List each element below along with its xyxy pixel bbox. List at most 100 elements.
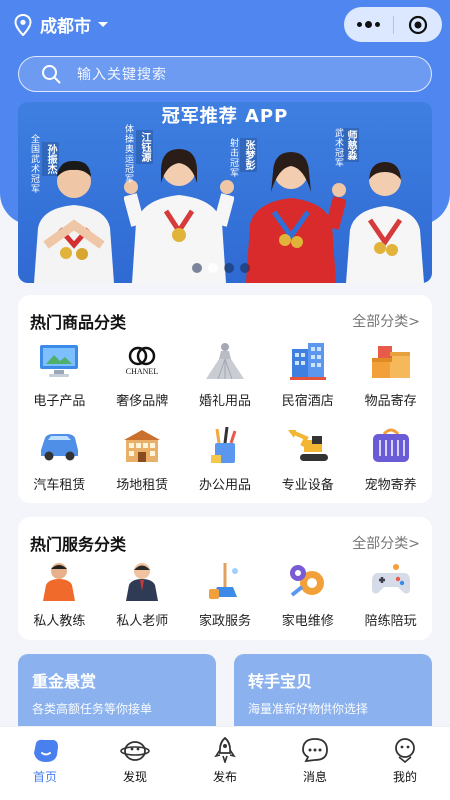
- service-label: 私人教练: [33, 614, 86, 629]
- home-icon: [34, 739, 58, 762]
- pet-carrier-icon: [369, 425, 413, 465]
- promo-title: 转手宝贝: [248, 672, 313, 691]
- category-label: 民宿酒店: [281, 394, 334, 409]
- close-target-icon[interactable]: [393, 15, 442, 35]
- promo-title: 重金悬赏: [32, 672, 97, 691]
- tab-label: 发布: [212, 770, 237, 784]
- promo-subtitle: 各类高额任务等你接单: [32, 702, 153, 716]
- car-icon: [37, 425, 81, 465]
- athlete-caption: 全国武术冠军: [29, 134, 39, 194]
- tab-label: 消息: [302, 770, 327, 784]
- category-venue-rental[interactable]: 场地租赁: [101, 425, 184, 493]
- category-office[interactable]: 办公用品: [184, 425, 267, 493]
- office-supplies-icon: [203, 425, 247, 465]
- hotel-building-icon: [286, 341, 330, 381]
- wedding-dress-icon: [203, 341, 247, 381]
- carousel-dot[interactable]: [224, 263, 234, 273]
- tab-messages[interactable]: 消息: [270, 727, 360, 800]
- chanel-logo-text: CHANEL: [126, 367, 159, 376]
- goods-section-title: 热门商品分类: [30, 313, 127, 332]
- search-input[interactable]: 输入关键搜索: [18, 56, 432, 92]
- category-label: 办公用品: [198, 478, 251, 493]
- banner-carousel[interactable]: 冠军推荐 APP 全国武术冠军 孙振杰 江钰源 体操奥运冠军 张梦彭 射击冠军: [18, 102, 432, 283]
- message-icon: [302, 738, 328, 763]
- discover-icon: [120, 741, 150, 761]
- tab-discover[interactable]: 发现: [90, 727, 180, 800]
- service-label: 私人老师: [116, 614, 169, 629]
- services-category-card: 热门服务分类 全部分类> 私人教练 私人老师 家政服务 家电维修 陪练陪玩: [18, 517, 432, 640]
- excavator-icon: [286, 425, 330, 465]
- mini-program-capsule: [344, 7, 442, 42]
- athlete-name: 张梦彭: [240, 138, 257, 172]
- tab-publish[interactable]: 发布: [180, 727, 270, 800]
- category-luxury[interactable]: CHANEL 奢侈品牌: [101, 341, 184, 409]
- services-grid-row: 私人教练 私人老师 家政服务 家电维修 陪练陪玩: [18, 561, 432, 629]
- athlete-name: 孙振杰: [42, 142, 59, 176]
- gamepad-icon: [369, 561, 413, 601]
- chanel-logo-icon: CHANEL: [120, 341, 164, 381]
- athlete-caption: 武术冠军: [333, 128, 343, 168]
- category-pet-boarding[interactable]: 宠物寄养: [349, 425, 432, 493]
- tab-home[interactable]: 首页: [0, 727, 90, 800]
- service-housekeeping[interactable]: 家政服务: [184, 561, 267, 629]
- goods-all-categories-link[interactable]: 全部分类>: [352, 311, 420, 331]
- category-wedding[interactable]: 婚礼用品: [184, 341, 267, 409]
- tab-label: 我的: [392, 770, 417, 784]
- category-hotel[interactable]: 民宿酒店: [266, 341, 349, 409]
- category-electronics[interactable]: 电子产品: [18, 341, 101, 409]
- bottom-tab-bar: 首页 发现 发布 消息 我的: [0, 726, 450, 800]
- category-storage[interactable]: 物品寄存: [349, 341, 432, 409]
- category-label: 婚礼用品: [198, 394, 251, 409]
- service-gaming-companion[interactable]: 陪练陪玩: [349, 561, 432, 629]
- more-options-icon[interactable]: [344, 21, 393, 28]
- carousel-indicator: [192, 263, 250, 273]
- category-label: 奢侈品牌: [116, 394, 169, 409]
- repair-gear-icon: [286, 561, 330, 601]
- service-appliance-repair[interactable]: 家电维修: [266, 561, 349, 629]
- location-selector[interactable]: 成都市: [14, 12, 117, 37]
- promo-subtitle: 海量准新好物供你选择: [248, 702, 369, 716]
- coach-person-icon: [37, 561, 81, 601]
- carousel-dot[interactable]: [208, 263, 218, 273]
- category-label: 电子产品: [33, 394, 86, 409]
- city-name: 成都市: [40, 17, 91, 37]
- venue-building-icon: [120, 425, 164, 465]
- category-car-rental[interactable]: 汽车租赁: [18, 425, 101, 493]
- service-label: 家政服务: [198, 614, 251, 629]
- service-label: 陪练陪玩: [364, 614, 417, 629]
- storage-boxes-icon: [369, 341, 413, 381]
- resale-promo-card[interactable]: 转手宝贝 海量准新好物供你选择: [234, 654, 432, 734]
- category-label: 专业设备: [281, 478, 334, 493]
- category-label: 宠物寄养: [364, 478, 417, 493]
- services-all-categories-link[interactable]: 全部分类>: [352, 533, 420, 553]
- service-personal-trainer[interactable]: 私人教练: [18, 561, 101, 629]
- service-private-teacher[interactable]: 私人老师: [101, 561, 184, 629]
- search-icon: [42, 65, 61, 84]
- category-label: 汽车租赁: [33, 478, 86, 493]
- tab-label: 发现: [122, 770, 147, 784]
- tab-label: 首页: [32, 770, 57, 784]
- athlete-caption: 体操奥运冠军: [123, 124, 133, 184]
- category-label: 物品寄存: [364, 394, 417, 409]
- rocket-icon: [214, 737, 236, 763]
- carousel-dot[interactable]: [192, 263, 202, 273]
- athlete-name: 江钰源: [136, 130, 153, 164]
- goods-grid-row: 汽车租赁 场地租赁 办公用品 专业设备 宠物寄养: [18, 425, 432, 493]
- search-placeholder: 输入关键搜索: [77, 67, 167, 83]
- chevron-down-icon: [98, 21, 108, 27]
- tab-profile[interactable]: 我的: [360, 727, 450, 800]
- cleaning-mop-icon: [203, 561, 247, 601]
- top-bar: 成都市: [0, 0, 450, 48]
- bounty-promo-card[interactable]: 重金悬赏 各类高额任务等你接单: [18, 654, 216, 734]
- goods-category-card: 热门商品分类 全部分类> 电子产品 CHANEL 奢侈品牌 婚礼用品 民宿酒店: [18, 295, 432, 503]
- category-label: 场地租赁: [116, 478, 169, 493]
- carousel-dot[interactable]: [240, 263, 250, 273]
- goods-grid-row: 电子产品 CHANEL 奢侈品牌 婚礼用品 民宿酒店 物品寄存: [18, 341, 432, 409]
- services-section-title: 热门服务分类: [30, 535, 127, 554]
- service-label: 家电维修: [281, 614, 334, 629]
- monitor-icon: [37, 341, 81, 381]
- location-pin-icon: [14, 13, 32, 36]
- category-equipment[interactable]: 专业设备: [266, 425, 349, 493]
- teacher-person-icon: [120, 561, 164, 601]
- profile-icon: [395, 738, 415, 763]
